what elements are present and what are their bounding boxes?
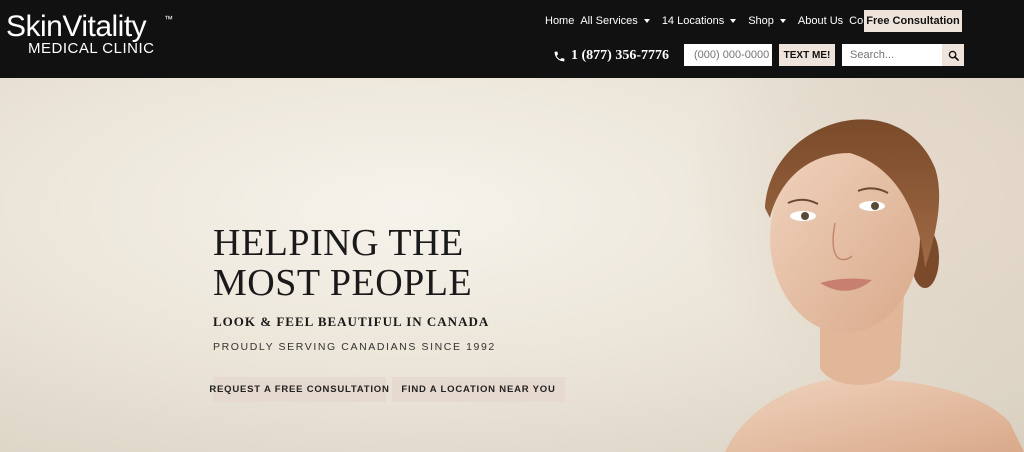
search-input[interactable] — [842, 44, 942, 66]
hero-banner: HELPING THE MOST PEOPLE LOOK & FEEL BEAU… — [0, 78, 1024, 452]
nav-locations[interactable]: 14 Locations — [662, 15, 742, 27]
logo-subtitle: MEDICAL CLINIC — [28, 40, 155, 57]
search-button[interactable] — [942, 44, 964, 66]
find-location-button[interactable]: FIND A LOCATION NEAR YOU — [392, 377, 565, 402]
hero-headline-line2: MOST PEOPLE — [213, 262, 473, 304]
nav-all-services-label: All Services — [580, 15, 638, 27]
phone-number-text: 1 (877) 356-7776 — [571, 48, 669, 63]
hero-headline-line1: HELPING THE — [213, 222, 464, 264]
site-header: SkinVitality ™ MEDICAL CLINIC Home All S… — [0, 0, 1024, 78]
free-consultation-button[interactable]: Free Consultation — [864, 10, 962, 32]
nav-shop-label: Shop — [748, 15, 774, 27]
logo-trademark: ™ — [164, 14, 173, 24]
nav-all-services[interactable]: All Services — [580, 15, 655, 27]
chevron-down-icon — [643, 19, 650, 23]
nav-about-us[interactable]: About Us — [798, 15, 843, 27]
main-nav: Home All Services 14 Locations Shop Abou… — [545, 10, 910, 32]
search-icon — [948, 50, 959, 61]
phone-input[interactable] — [684, 44, 772, 66]
chevron-down-icon — [779, 19, 786, 23]
phone-number-link[interactable]: 1 (877) 356-7776 — [553, 48, 669, 64]
hero-headline: HELPING THE MOST PEOPLE — [213, 223, 472, 303]
nav-home[interactable]: Home — [545, 15, 574, 27]
phone-icon — [554, 51, 565, 61]
hero-subheadline: LOOK & FEEL BEAUTIFUL IN CANADA — [213, 314, 490, 329]
request-consultation-button[interactable]: REQUEST A FREE CONSULTATION — [209, 377, 389, 402]
brand-logo[interactable]: SkinVitality ™ MEDICAL CLINIC — [6, 10, 173, 58]
logo-wordmark: SkinVitality — [6, 10, 147, 43]
nav-home-label: Home — [545, 15, 575, 27]
nav-shop[interactable]: Shop — [748, 15, 792, 27]
nav-about-us-label: About Us — [797, 15, 844, 27]
hero-tagline: PROUDLY SERVING CANADIANS SINCE 1992 — [213, 341, 496, 353]
text-me-button[interactable]: TEXT ME! — [779, 44, 835, 66]
nav-locations-label: 14 Locations — [661, 15, 725, 27]
chevron-down-icon — [730, 19, 737, 23]
